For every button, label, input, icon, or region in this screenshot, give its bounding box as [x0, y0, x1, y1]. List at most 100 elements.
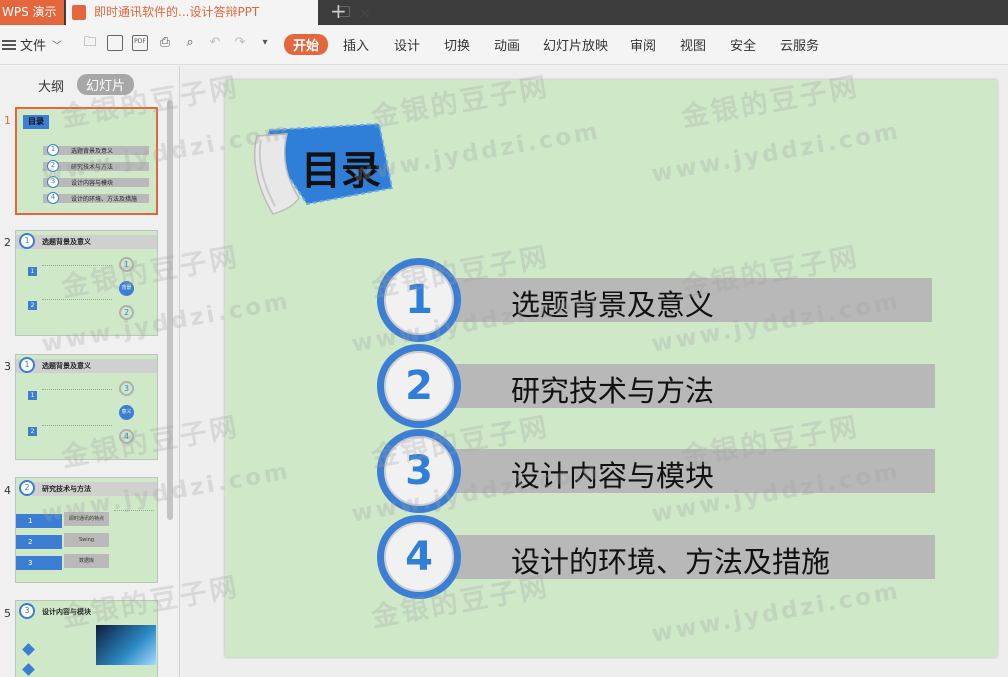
- tab-slides[interactable]: 幻灯片: [77, 74, 135, 95]
- current-slide[interactable]: 目录 1 选题背景及意义 2 研究技术与方法 3 设计内容与模块 4 设计的环境…: [225, 80, 997, 657]
- thumb-ring: 1: [119, 257, 134, 272]
- ribbon-tab-slideshow[interactable]: 幻灯片放映: [543, 35, 608, 54]
- thumb-header-title: 研究技术与方法: [42, 485, 91, 493]
- thumb-center-circle: 意义: [119, 405, 134, 420]
- thumb-header-circle: 3: [19, 603, 35, 619]
- toc-number: 2: [384, 351, 454, 421]
- thumb-circle: 1: [47, 144, 59, 156]
- badge-text: 目录: [301, 148, 381, 194]
- thumb-row-text: 设计内容与模块: [71, 180, 114, 187]
- ribbon-tab-insert[interactable]: 插入: [343, 35, 369, 54]
- ribbon-tab-security[interactable]: 安全: [730, 35, 756, 54]
- slide-thumbnail-4[interactable]: 2 研究技术与方法 1 即时通讯的特点 2 Swing 3 数据库: [15, 477, 158, 583]
- document-title: 即时通讯软件的...设计答辩PPT: [94, 5, 260, 19]
- slide-thumbnail-2[interactable]: 1 选题背景及意义 1 2 1 背景 2: [15, 230, 158, 336]
- thumb-badge: 目录: [23, 115, 49, 129]
- ribbon-tab-view[interactable]: 视图: [680, 35, 706, 54]
- tab-document[interactable]: 即时通讯软件的...设计答辩PPT ✕: [66, 0, 371, 25]
- thumb-paragraph: [114, 510, 154, 570]
- toc-number-ring: 4: [377, 515, 461, 599]
- undo-icon[interactable]: ↶: [207, 35, 223, 51]
- slide-thumbnail-1[interactable]: 目录 1 选题背景及意义 2 研究技术与方法 3 设计内容与模块 4 设计的环境…: [15, 107, 158, 215]
- save-icon[interactable]: [107, 35, 123, 51]
- thumb-bullet: [22, 643, 35, 656]
- thumb-ring: 3: [119, 381, 134, 396]
- toc-item-4[interactable]: 4 设计的环境、方法及措施: [377, 515, 937, 601]
- toc-number-ring: 3: [377, 429, 461, 513]
- thumb-row-text: 研究技术与方法: [71, 164, 114, 171]
- file-menu-button[interactable]: 文件 ﹀: [2, 35, 62, 54]
- toc-item-1[interactable]: 1 选题背景及意义: [377, 258, 937, 344]
- thumb-header-circle: 1: [19, 233, 35, 249]
- thumb-bullet: 1: [28, 391, 37, 400]
- redo-icon[interactable]: ↷: [232, 35, 248, 51]
- export-pdf-icon[interactable]: PDF: [132, 35, 148, 51]
- thumb-header-title: 选题背景及意义: [42, 238, 91, 246]
- thumb-paragraph: [42, 299, 112, 325]
- thumb-number: 3: [4, 360, 11, 373]
- thumb-image: [96, 625, 156, 665]
- thumb-number: 4: [4, 484, 11, 497]
- title-tab-bar: WPS 演示 即时通讯软件的...设计答辩PPT ✕ +: [0, 0, 1008, 25]
- panel-scrollbar[interactable]: [167, 100, 173, 520]
- thumb-bullet: 2: [28, 427, 37, 436]
- slide-thumbnail-5[interactable]: 3 设计内容与模块: [15, 600, 158, 677]
- toc-number: 1: [384, 265, 454, 335]
- file-menu-label: 文件: [20, 39, 47, 54]
- thumb-row-text: 选题背景及意义: [71, 148, 114, 155]
- thumb-grey-box: 数据库: [64, 554, 109, 568]
- new-tab-button[interactable]: +: [330, 0, 347, 23]
- thumb-arrow: 2: [16, 535, 62, 549]
- ribbon-tab-design[interactable]: 设计: [394, 35, 420, 54]
- thumb-circle: 4: [47, 192, 59, 204]
- customize-dropdown-icon[interactable]: ▾: [257, 35, 273, 51]
- thumb-bullet: 2: [28, 301, 37, 310]
- thumb-header-title: 选题背景及意义: [42, 362, 91, 370]
- slide-thumbnail-3[interactable]: 1 选题背景及意义 1 2 3 意义 4: [15, 354, 158, 460]
- thumb-bullet: 1: [28, 267, 37, 276]
- ribbon-tab-transitions[interactable]: 切换: [444, 35, 470, 54]
- toc-number-ring: 1: [377, 258, 461, 342]
- print-icon[interactable]: ⎙: [157, 35, 173, 51]
- toc-title-badge: 目录: [247, 118, 397, 218]
- thumb-center-circle: 背景: [119, 281, 134, 296]
- thumb-row-text: 设计的环境、方法及措施: [71, 196, 138, 203]
- slide-thumbnail-panel: 大纲 幻灯片 1 目录 1 选题背景及意义 2 研究技术与方法 3 设计内容与模…: [0, 66, 180, 677]
- thumb-ring: 2: [119, 305, 134, 320]
- thumb-number: 5: [4, 607, 11, 620]
- thumb-circle: 3: [47, 176, 59, 188]
- toc-label: 选题背景及意义: [511, 288, 715, 322]
- thumb-circle: 2: [47, 160, 59, 172]
- toc-label: 设计内容与模块: [511, 459, 715, 493]
- ribbon-tab-animations[interactable]: 动画: [494, 35, 520, 54]
- thumb-header-circle: 1: [19, 357, 35, 373]
- thumb-number: 1: [4, 114, 11, 127]
- thumb-ring: 4: [119, 429, 134, 444]
- hamburger-icon: [2, 39, 16, 50]
- ribbon-tab-home[interactable]: 开始: [284, 34, 329, 55]
- tab-outline[interactable]: 大纲: [38, 76, 64, 95]
- main-toolbar: 文件 ﹀ 🗀 PDF ⎙ ⌕ ↶ ↷ ▾ 开始 插入 设计 切换 动画 幻灯片放…: [0, 25, 1008, 65]
- toc-number: 4: [384, 522, 454, 592]
- ribbon-tab-review[interactable]: 审阅: [630, 35, 656, 54]
- thumb-number: 2: [4, 236, 11, 249]
- thumb-bullet: [22, 663, 35, 676]
- close-tab-icon[interactable]: ✕: [358, 1, 371, 26]
- thumb-grey-box: Swing: [64, 533, 109, 547]
- print-preview-icon[interactable]: ⌕: [182, 35, 198, 51]
- slide-canvas-area[interactable]: 目录 1 选题背景及意义 2 研究技术与方法 3 设计内容与模块 4 设计的环境…: [181, 66, 1008, 677]
- toc-label: 设计的环境、方法及措施: [511, 545, 831, 579]
- thumb-arrow: 3: [16, 556, 62, 570]
- thumb-arrow: 1: [16, 514, 62, 528]
- thumb-grey-box: 即时通讯的特点: [64, 512, 109, 526]
- thumb-paragraph: [42, 389, 112, 415]
- tab-wps-home[interactable]: WPS 演示: [0, 0, 64, 25]
- thumb-paragraph: [42, 425, 112, 451]
- toc-item-3[interactable]: 3 设计内容与模块: [377, 429, 937, 515]
- ribbon-tab-cloud[interactable]: 云服务: [780, 35, 819, 54]
- thumb-header-circle: 2: [19, 480, 35, 496]
- panel-view-tabs: 大纲 幻灯片: [0, 66, 180, 98]
- toc-label: 研究技术与方法: [511, 374, 715, 408]
- toc-item-2[interactable]: 2 研究技术与方法: [377, 344, 937, 430]
- open-folder-icon[interactable]: 🗀: [82, 35, 98, 51]
